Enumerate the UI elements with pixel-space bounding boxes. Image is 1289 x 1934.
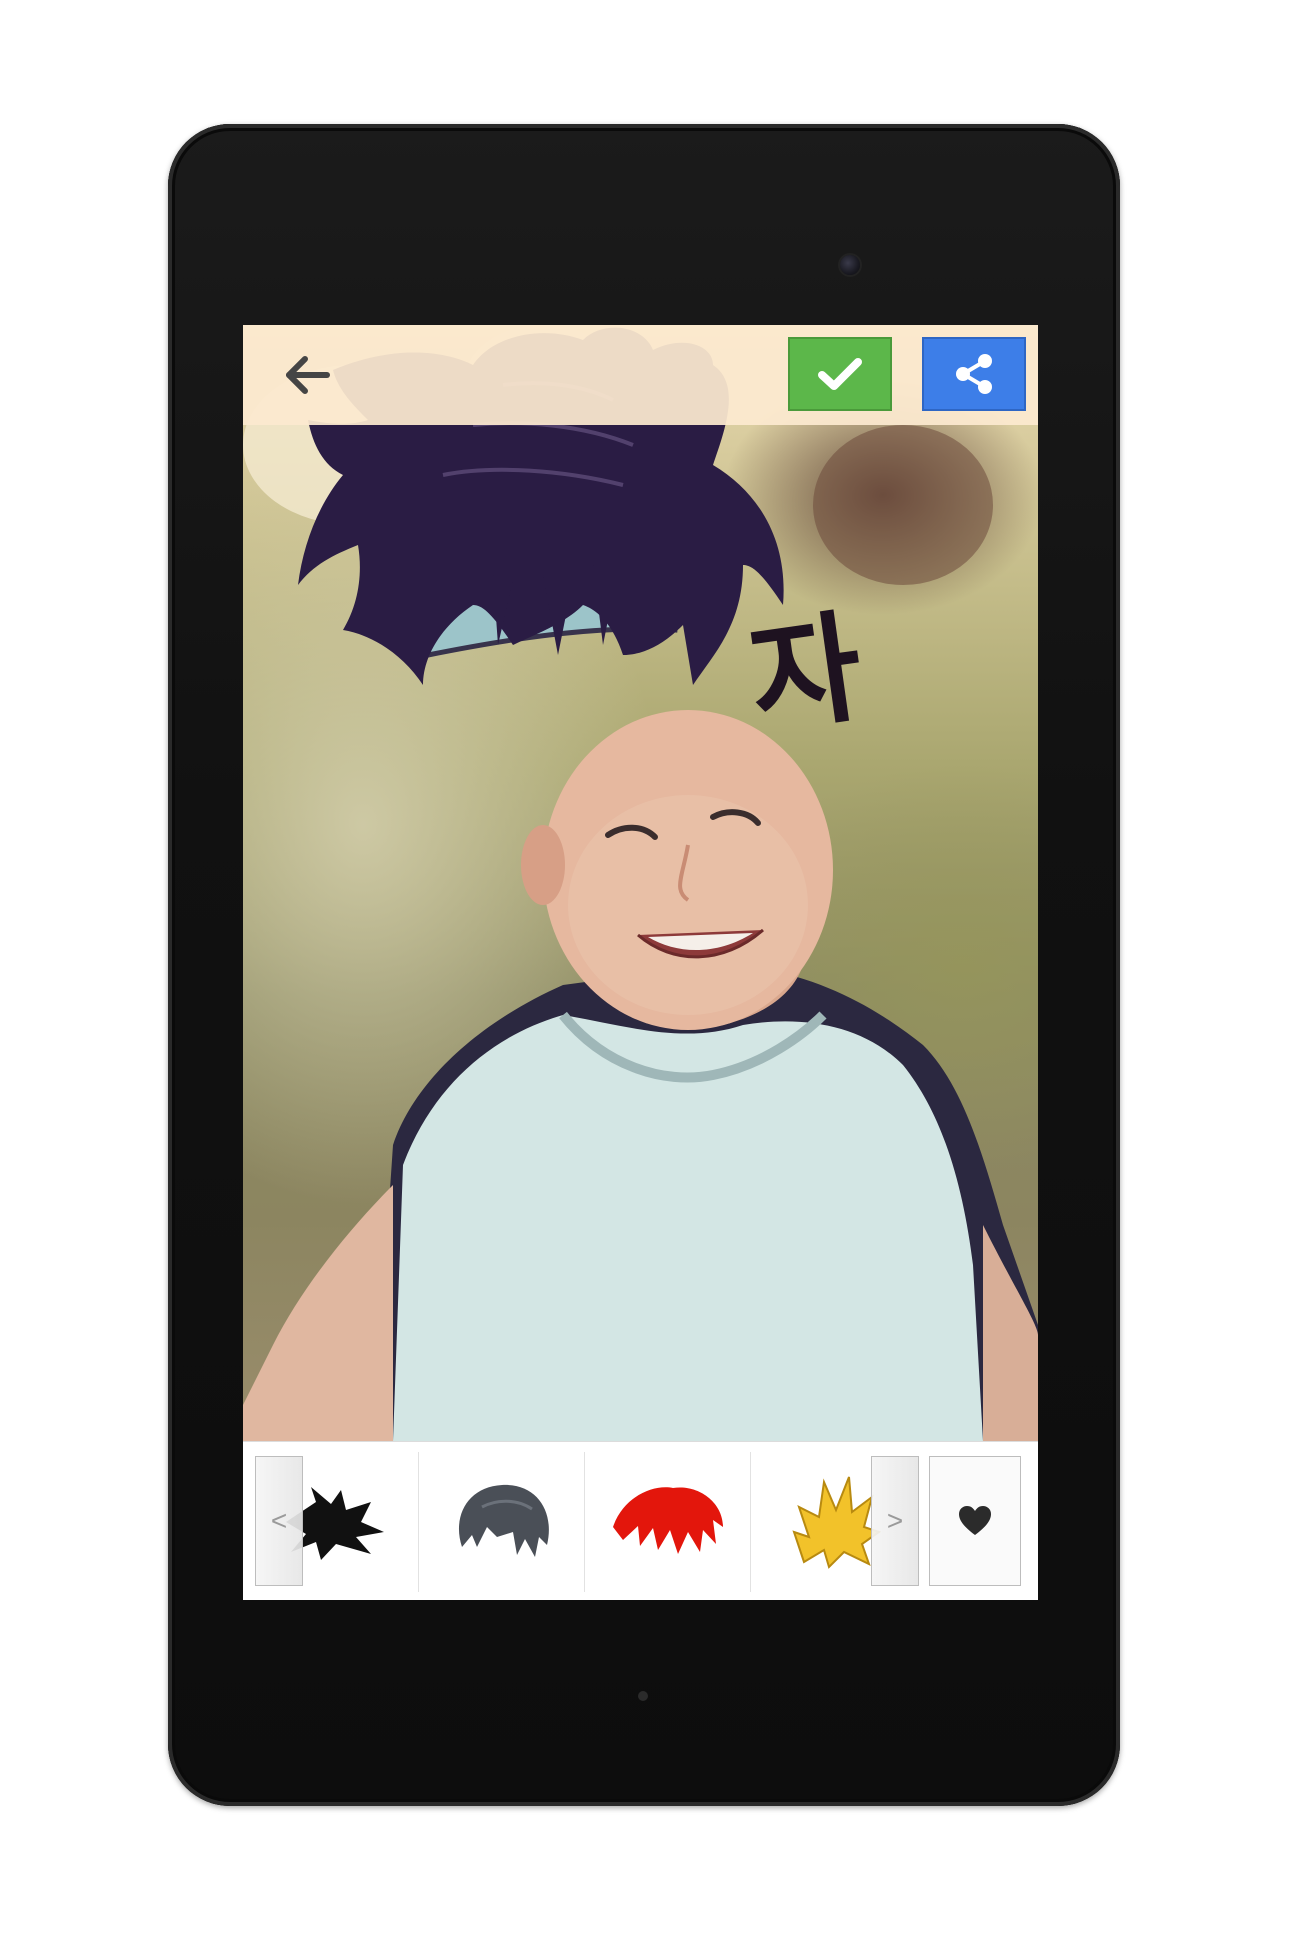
arrow-left-icon bbox=[286, 356, 330, 394]
chevron-left-icon: < bbox=[270, 1505, 288, 1536]
edited-photo bbox=[243, 325, 1038, 1441]
hairstyle-item-red[interactable] bbox=[585, 1452, 751, 1592]
red-hair-icon bbox=[612, 1487, 723, 1554]
checkmark-icon bbox=[818, 358, 862, 390]
hairstyle-picker: < > bbox=[243, 1441, 1038, 1600]
confirm-button[interactable] bbox=[788, 337, 892, 411]
sticker-text[interactable]: 자 bbox=[742, 598, 871, 751]
scroll-right-button[interactable]: > bbox=[871, 1456, 919, 1586]
favorites-button[interactable] bbox=[929, 1456, 1021, 1586]
device-sensor-dot bbox=[638, 1691, 648, 1701]
top-toolbar bbox=[243, 325, 1038, 425]
gray-messy-hair-icon bbox=[458, 1484, 549, 1557]
heart-icon bbox=[959, 1506, 991, 1535]
back-button[interactable] bbox=[278, 347, 338, 403]
share-icon bbox=[956, 354, 992, 394]
golden-super-hair-icon bbox=[791, 1476, 881, 1569]
front-camera bbox=[840, 255, 860, 275]
device-mockup: 자 < > bbox=[0, 0, 1289, 1934]
share-button[interactable] bbox=[922, 337, 1026, 411]
chevron-right-icon: > bbox=[886, 1505, 904, 1536]
app-screen: 자 < > bbox=[243, 325, 1038, 1600]
photo-canvas[interactable]: 자 bbox=[243, 325, 1038, 1441]
hairstyle-item-gray-messy[interactable] bbox=[419, 1452, 585, 1592]
scroll-left-button[interactable]: < bbox=[255, 1456, 303, 1586]
